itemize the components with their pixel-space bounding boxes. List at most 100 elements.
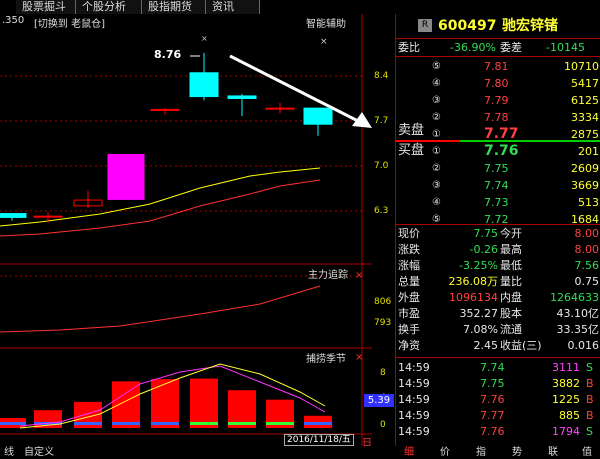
- level-price: 7.81: [484, 60, 509, 73]
- tab-stock-analysis[interactable]: 个股分析: [76, 0, 142, 14]
- season-bar-base: [266, 422, 294, 425]
- sell-level-row[interactable]: ⑤ 7.81 10710: [396, 59, 600, 74]
- candle-body: [0, 213, 27, 218]
- level-price: 7.80: [484, 77, 509, 90]
- level-volume: 201: [578, 145, 599, 158]
- date-label: 2016/11/18/五: [284, 434, 354, 446]
- stat-value: 33.35亿: [556, 323, 600, 336]
- stat-label: 收益(三): [500, 339, 542, 352]
- tab-trend[interactable]: 势: [512, 446, 522, 459]
- season-bar: [304, 415, 332, 428]
- tick-time: 14:59: [398, 393, 430, 406]
- level-price: 7.76: [484, 143, 519, 159]
- kline-chart-area[interactable]: × × × × .350 [切换到 老鼠仓] 智能辅助 主力追踪 捕捞季节 8.…: [0, 14, 394, 459]
- high-price-marker: 8.76: [154, 48, 182, 61]
- tab-detail[interactable]: 细: [404, 446, 414, 459]
- tick-row: 14:59 7.76 1225 B: [396, 392, 600, 407]
- panel1-title: 智能辅助: [306, 19, 346, 30]
- quote-panel: R 600497 驰宏锌锗 委比 -36.90% 委差 -10145 ⑤ 7.81…: [395, 14, 600, 446]
- stat-label: 最高: [500, 243, 522, 256]
- tab-custom[interactable]: 自定义: [24, 446, 54, 459]
- quote-header: R 600497 驰宏锌锗: [396, 16, 600, 36]
- tick-volume: 3111: [552, 361, 580, 374]
- season-bar-base: [112, 422, 140, 425]
- sell-label-row: 卖盘: [396, 122, 600, 140]
- level-price: 7.79: [484, 94, 509, 107]
- sell-level-row[interactable]: ③ 7.79 6125: [396, 93, 600, 108]
- annotation-arrow: [229, 54, 361, 124]
- stat-label: 现价: [398, 227, 420, 240]
- tab-label: 股票掘斗: [22, 0, 66, 13]
- tab-line[interactable]: 线: [4, 446, 14, 459]
- tick-time: 14:59: [398, 409, 430, 422]
- price-tick: 6.3: [374, 206, 389, 216]
- tab-news[interactable]: 资讯: [206, 0, 260, 14]
- level-price: 7.73: [484, 196, 509, 209]
- tick-price: 7.76: [480, 425, 505, 438]
- close-panel3-icon[interactable]: ×: [355, 352, 363, 363]
- stat-label: 流通: [500, 323, 522, 336]
- stat-label: 今开: [500, 227, 522, 240]
- stat-value: 7.08%: [463, 323, 498, 336]
- buy-level-row[interactable]: ④ 7.73 513: [396, 195, 600, 210]
- sell-level-row[interactable]: ④ 7.80 5417: [396, 76, 600, 91]
- tick-volume: 885: [559, 409, 580, 422]
- tab-index-futures[interactable]: 股指期货: [142, 0, 206, 14]
- tick-side: B: [586, 409, 594, 422]
- tick-side: B: [586, 393, 594, 406]
- tab-label: 资讯: [212, 0, 234, 13]
- buy-level-row[interactable]: ② 7.75 2609: [396, 161, 600, 176]
- candle-body: [107, 153, 145, 200]
- tab-stock-digging[interactable]: 股票掘斗: [16, 0, 76, 14]
- tick-time: 14:59: [398, 361, 430, 374]
- switch-rat-link[interactable]: [切换到 老鼠仓]: [34, 15, 105, 30]
- sell-label: 卖盘: [398, 123, 425, 138]
- season-bar: [151, 379, 179, 428]
- panel2-title: 主力追踪: [308, 270, 348, 281]
- weibi-row: 委比 -36.90% 委差 -10145: [396, 40, 600, 55]
- close-icon[interactable]: ×: [320, 37, 328, 47]
- close-panel2-icon[interactable]: ×: [355, 270, 363, 281]
- tick-price: 7.74: [480, 361, 505, 374]
- buy-level-row[interactable]: ③ 7.74 3669: [396, 178, 600, 193]
- price-tick: 7.7: [374, 116, 389, 126]
- stat-value: 236.08万: [448, 275, 499, 288]
- panel3-value-badge: 5.39: [364, 394, 394, 407]
- stat-row: 市盈 352.27 股本 43.10亿: [396, 306, 600, 321]
- tab-index[interactable]: 指: [476, 446, 486, 459]
- stat-value: 43.10亿: [556, 307, 600, 320]
- price-left-label: .350: [2, 15, 25, 26]
- season-bar: [190, 378, 218, 428]
- level-volume: 10710: [564, 60, 599, 73]
- stat-value: 2.45: [473, 339, 499, 352]
- stat-row: 外盘 1096134 内盘 1264633: [396, 290, 600, 305]
- candle-body: [303, 107, 333, 125]
- candle-body: [265, 107, 295, 110]
- tick-row: 14:59 7.75 3882 B: [396, 376, 600, 391]
- tab-value[interactable]: 值: [582, 446, 592, 459]
- candle-body: [150, 108, 180, 111]
- stat-value: -3.25%: [459, 259, 498, 272]
- season-bar-base: [151, 422, 179, 425]
- candle-body: [227, 95, 257, 100]
- stat-value: 0.75: [574, 275, 600, 288]
- panel3-tick: 8: [380, 368, 386, 378]
- tick-time: 14:59: [398, 377, 430, 390]
- stat-label: 外盘: [398, 291, 420, 304]
- stock-code: 600497: [438, 18, 497, 34]
- season-bar-base: [228, 422, 256, 425]
- season-bar-base: [0, 422, 26, 425]
- level-volume: 6125: [571, 94, 599, 107]
- r-badge: R: [418, 19, 432, 32]
- tab-link[interactable]: 联: [548, 446, 558, 459]
- tab-price[interactable]: 价: [440, 446, 450, 459]
- level-index: ①: [432, 146, 441, 157]
- buy-level-row[interactable]: ① 7.76 201: [396, 144, 600, 159]
- level-index: ②: [432, 163, 441, 174]
- level-index: ④: [432, 78, 441, 89]
- candle-body: [189, 72, 219, 98]
- tick-price: 7.77: [480, 409, 505, 422]
- level-price: 7.74: [484, 179, 509, 192]
- level-index: ③: [432, 95, 441, 106]
- season-bar-base: [74, 422, 102, 425]
